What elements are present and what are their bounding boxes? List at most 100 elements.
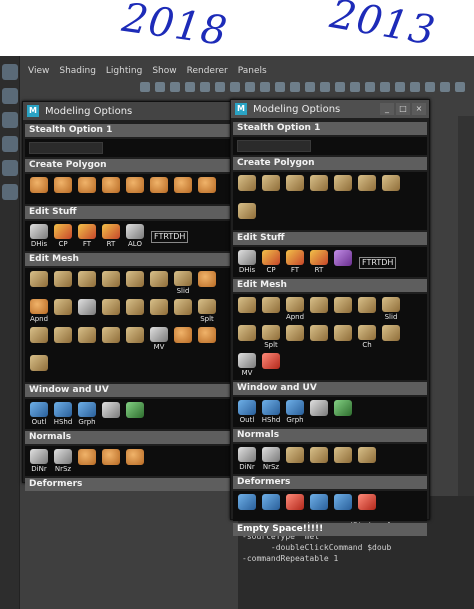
shelf-button[interactable] [261,297,281,321]
empty-space-section[interactable]: Empty Space!!!!! [233,523,427,536]
shelf-button[interactable] [261,175,281,199]
stealth-option-field[interactable] [237,140,311,152]
shelf-button-hshd[interactable]: HShd [261,400,281,424]
section-header-window-and-uv[interactable]: Window and UV [25,384,233,397]
shelf-button-ft[interactable]: FT [77,224,97,248]
shelf-button[interactable] [357,447,377,471]
shelf-button-ftrtdh[interactable]: FTRTDH [357,250,398,274]
shelf-button[interactable] [77,271,97,295]
shelf-button-hshd[interactable]: HShd [53,402,73,426]
shelf-button-nrsz[interactable]: NrSz [261,447,281,471]
menu-item-view[interactable]: View [28,66,49,82]
shelf-button[interactable] [285,325,305,349]
section-header-edit-mesh[interactable]: Edit Mesh [25,253,233,266]
shelf-button-alo[interactable]: ALO [125,224,145,248]
viewport-tool-icon[interactable] [305,82,315,92]
shelf-button-apnd[interactable]: Apnd [29,299,49,323]
menu-item-show[interactable]: Show [152,66,176,82]
viewport-tool-icon[interactable] [260,82,270,92]
shelf-button[interactable] [357,297,377,321]
shelf-button[interactable] [149,177,169,201]
shelf-button-nrsz[interactable]: NrSz [53,449,73,473]
shelf-button[interactable] [29,355,49,379]
section-header-normals[interactable]: Normals [233,429,427,442]
shelf-button[interactable] [309,400,329,424]
section-header-normals[interactable]: Normals [25,431,233,444]
shelf-button[interactable] [309,325,329,349]
shelf-button-ft[interactable]: FT [285,250,305,274]
shelf-button[interactable] [101,177,121,201]
viewport-tool-icon[interactable] [365,82,375,92]
shelf-button-grph[interactable]: Grph [285,400,305,424]
shelf-button[interactable] [309,447,329,471]
menu-item-renderer[interactable]: Renderer [187,66,228,82]
shelf-button[interactable] [77,327,97,351]
scale-tool-icon[interactable] [2,184,18,200]
viewport-tool-icon[interactable] [395,82,405,92]
menu-item-panels[interactable]: Panels [238,66,267,82]
shelf-button[interactable] [77,177,97,201]
shelf-button-rt[interactable]: RT [309,250,329,274]
shelf-button[interactable] [237,494,257,518]
section-header-create-polygon[interactable]: Create Polygon [233,157,427,170]
lasso-tool-icon[interactable] [2,88,18,104]
shelf-button[interactable] [101,271,121,295]
shelf-button-mv[interactable]: MV [237,353,257,377]
viewport-tool-icon[interactable] [200,82,210,92]
shelf-button[interactable] [333,175,353,199]
paint-tool-icon[interactable] [2,112,18,128]
section-header-edit-stuff[interactable]: Edit Stuff [233,232,427,245]
rotate-tool-icon[interactable] [2,160,18,176]
viewport-tool-icon[interactable] [320,82,330,92]
shelf-button[interactable] [285,447,305,471]
section-header-create-polygon[interactable]: Create Polygon [25,159,233,172]
shelf-button-dhis[interactable]: DHis [237,250,257,274]
shelf-button[interactable] [333,447,353,471]
shelf-button[interactable] [101,299,121,323]
shelf-button-rt[interactable]: RT [101,224,121,248]
shelf-button[interactable] [125,327,145,351]
shelf-button[interactable] [125,299,145,323]
shelf-button[interactable] [173,299,193,323]
shelf-button[interactable] [125,402,145,426]
shelf-button[interactable] [29,327,49,351]
shelf-button[interactable] [381,175,401,199]
shelf-button[interactable] [261,353,281,377]
shelf-button[interactable] [237,175,257,199]
viewport-tool-icon[interactable] [185,82,195,92]
shelf-button[interactable] [357,175,377,199]
section-header-stealth-option-1[interactable]: Stealth Option 1 [25,124,233,137]
shelf-button[interactable] [53,177,73,201]
minimize-button[interactable]: _ [380,103,394,115]
viewport-tool-icon[interactable] [290,82,300,92]
viewport-tool-icon[interactable] [140,82,150,92]
shelf-button-outl[interactable]: Outl [29,402,49,426]
shelf-button[interactable] [29,271,49,295]
shelf-button[interactable] [125,177,145,201]
shelf-button[interactable] [53,327,73,351]
section-header-edit-mesh[interactable]: Edit Mesh [233,279,427,292]
shelf-button[interactable] [29,177,49,201]
shelf-button[interactable] [101,449,121,473]
shelf-button[interactable] [309,297,329,321]
viewport-tool-icon[interactable] [410,82,420,92]
shelf-button[interactable] [381,325,401,349]
shelf-button-dinr[interactable]: DiNr [29,449,49,473]
viewport-tool-icon[interactable] [230,82,240,92]
shelf-button[interactable] [197,327,217,351]
shelf-button[interactable] [53,271,73,295]
shelf-button-apnd[interactable]: Apnd [285,297,305,321]
shelf-button-ftrtdh[interactable]: FTRTDH [149,224,190,248]
shelf-button-dhis[interactable]: DHis [29,224,49,248]
select-tool-icon[interactable] [2,64,18,80]
shelf-button[interactable] [285,494,305,518]
menu-item-shading[interactable]: Shading [59,66,96,82]
shelf-button-dinr[interactable]: DiNr [237,447,257,471]
viewport-tool-icon[interactable] [155,82,165,92]
shelf-button-ch[interactable]: Ch [357,325,377,349]
section-header-window-and-uv[interactable]: Window and UV [233,382,427,395]
shelf-button-splt[interactable]: Splt [197,299,217,323]
shelf-button-splt[interactable]: Splt [261,325,281,349]
shelf-button-outl[interactable]: Outl [237,400,257,424]
shelf-button[interactable] [77,299,97,323]
